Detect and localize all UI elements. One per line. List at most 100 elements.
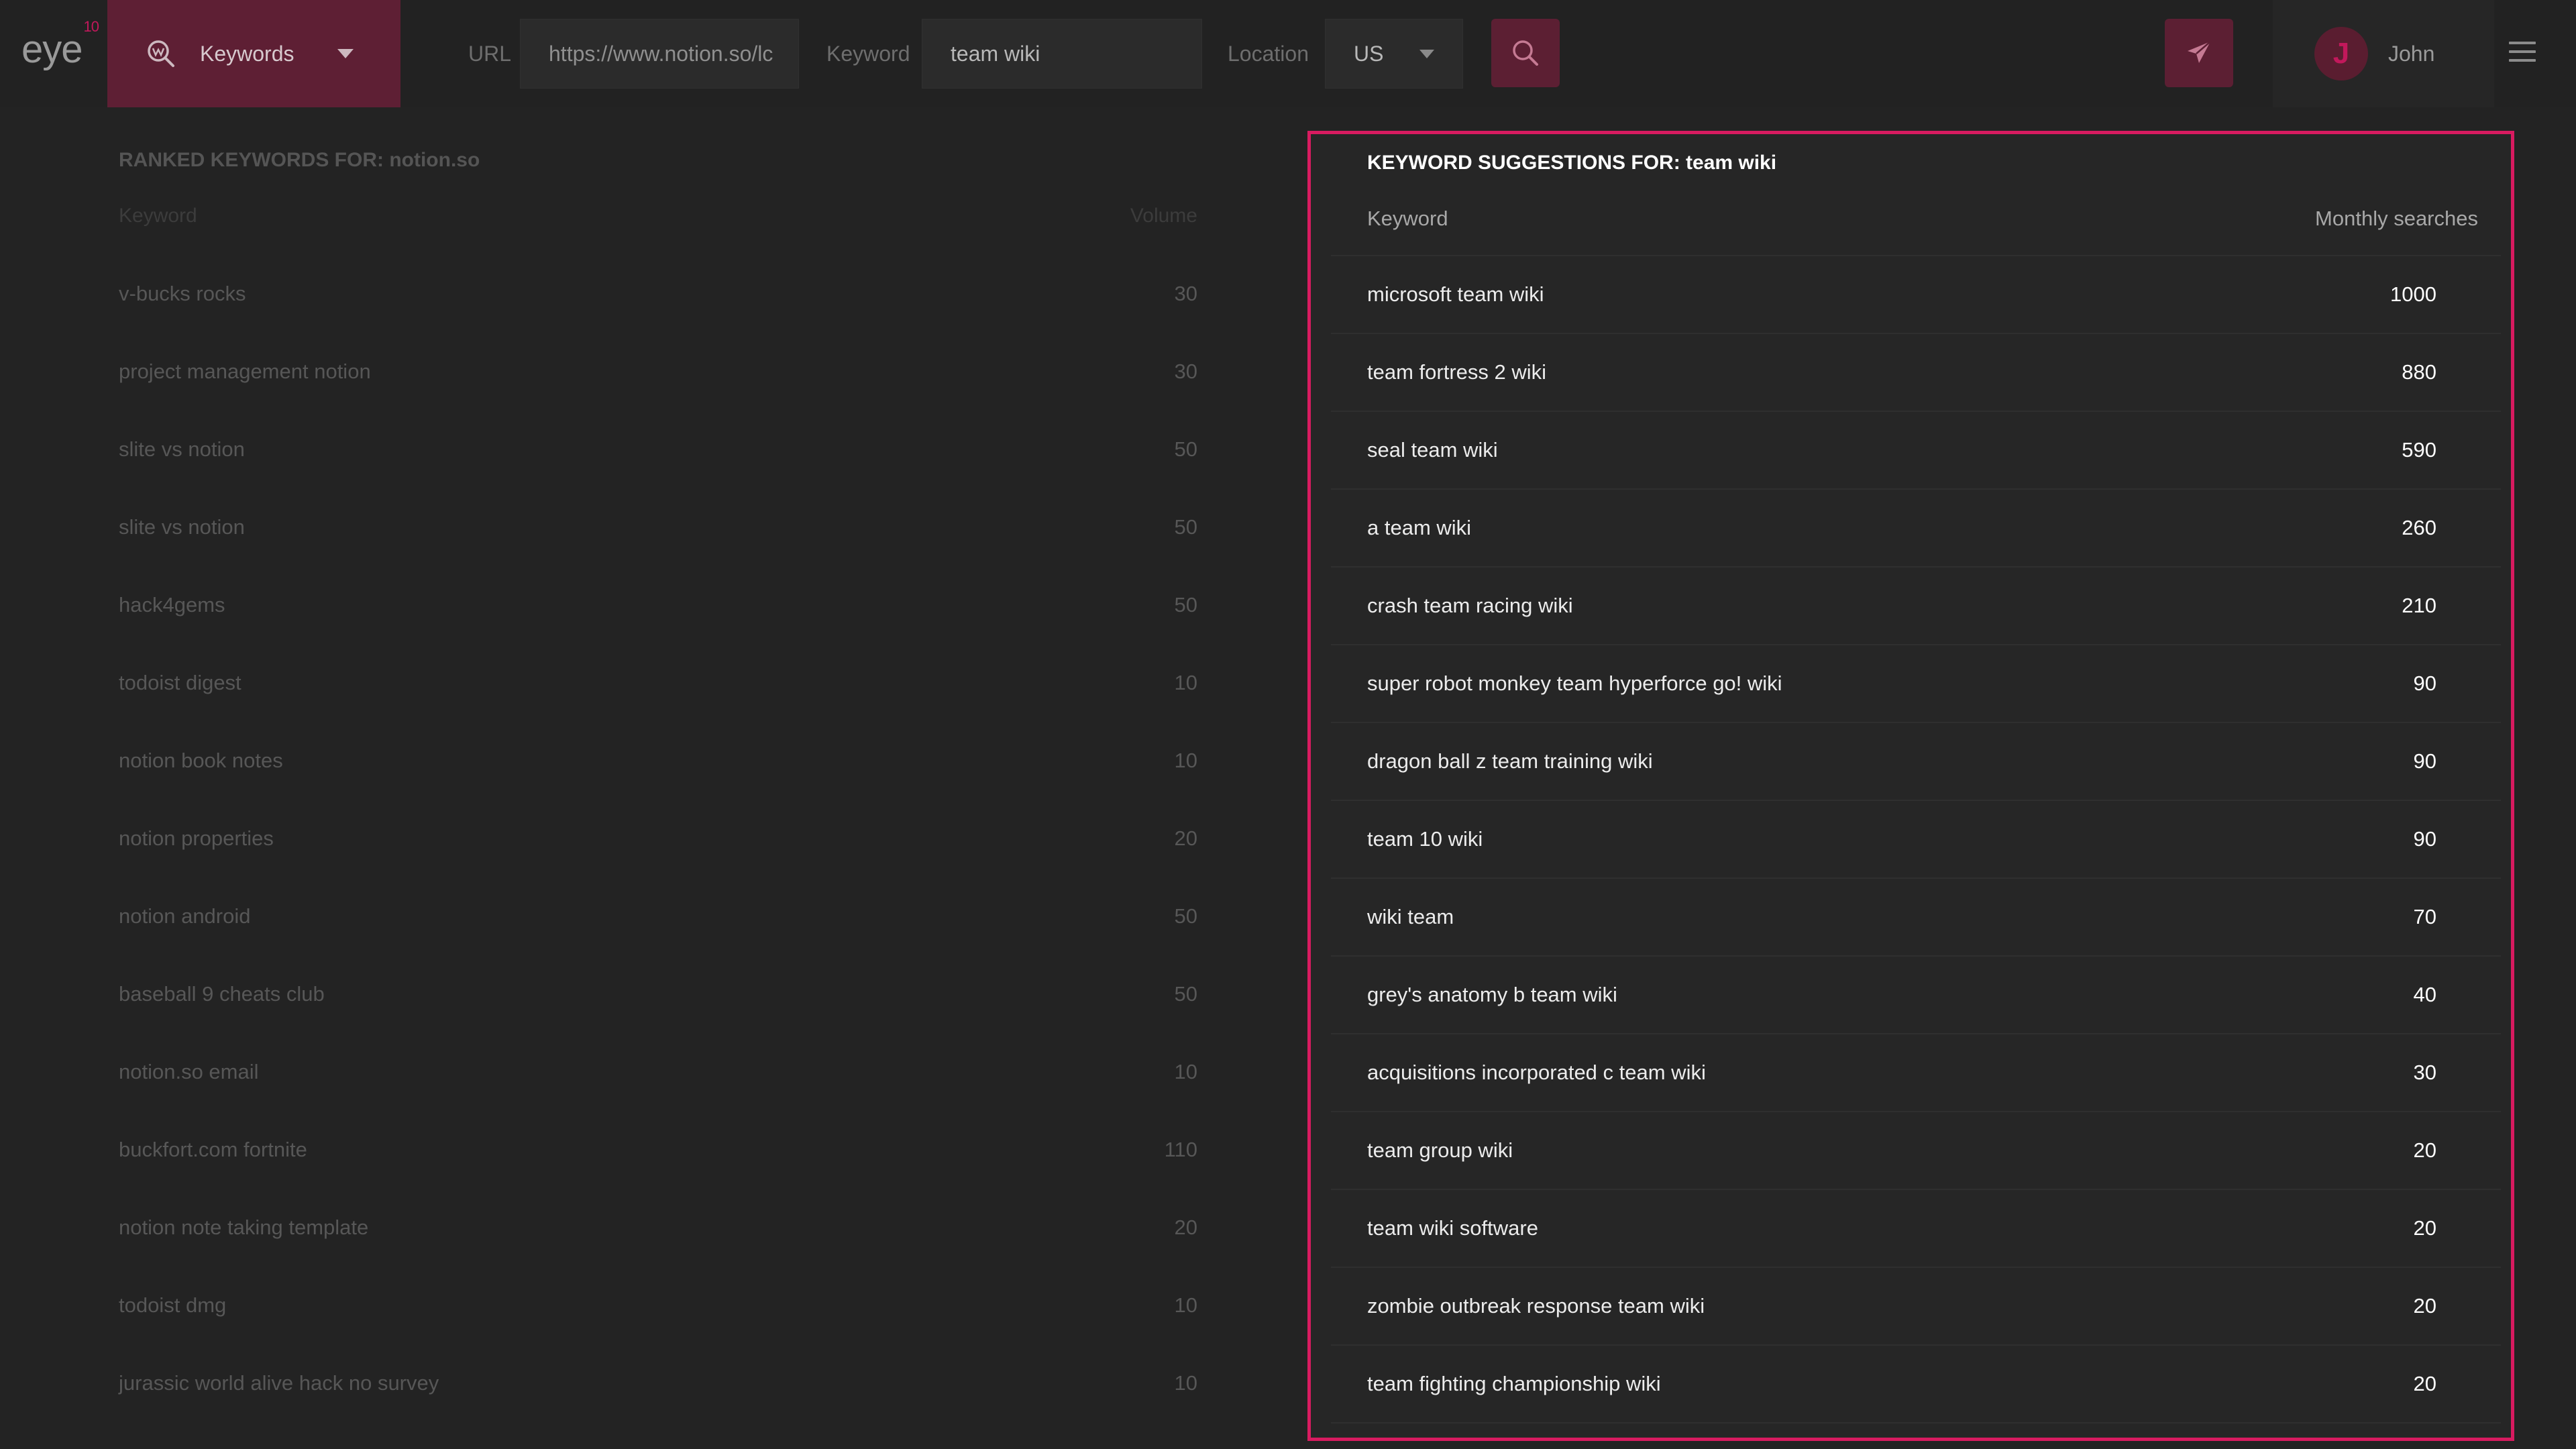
top-bar: eye10 Keywords URL https://www.notion.so… — [0, 0, 2576, 107]
app-logo[interactable]: eye10 — [21, 18, 99, 72]
hamburger-icon[interactable] — [2509, 42, 2536, 66]
table-row[interactable]: slite vs notion 50 — [119, 411, 1197, 488]
tool-dropdown[interactable]: Keywords — [107, 0, 400, 107]
table-row[interactable]: team 10 wiki 90 — [1331, 801, 2501, 879]
suggestions-list: microsoft team wiki 1000 team fortress 2 w… — [1331, 256, 2501, 1424]
volume-cell: 50 — [1174, 904, 1197, 928]
table-row[interactable]: project management notion 30 — [119, 333, 1197, 411]
keyword-cell: todoist digest — [119, 671, 241, 694]
table-row[interactable]: jurassic world alive hack no survey 10 — [119, 1344, 1197, 1422]
volume-cell: 110 — [1164, 1138, 1197, 1161]
table-row[interactable]: team wiki software 20 — [1331, 1190, 2501, 1268]
user-menu[interactable]: J John — [2273, 0, 2494, 107]
volume-cell: 10 — [1174, 1060, 1197, 1083]
table-row[interactable]: notion properties 20 — [119, 800, 1197, 877]
volume-cell: 50 — [1174, 593, 1197, 616]
ranked-keywords-title: RANKED KEYWORDS FOR: notion.so — [119, 149, 480, 171]
keyword-cell: team 10 wiki — [1367, 827, 1483, 851]
keyword-cell: super robot monkey team hyperforce go! w… — [1367, 672, 1782, 695]
search-icon — [1513, 40, 1538, 66]
volume-cell: 10 — [1174, 749, 1197, 772]
url-input[interactable]: https://www.notion.so/lc — [520, 19, 799, 89]
table-row[interactable]: notion.so email 10 — [119, 1033, 1197, 1111]
search-button[interactable] — [1491, 19, 1560, 87]
volume-cell: 20 — [2413, 1216, 2436, 1240]
keyword-cell: grey's anatomy b team wiki — [1367, 983, 1617, 1006]
location-select[interactable]: US — [1325, 19, 1463, 89]
table-row[interactable]: todoist dmg 10 — [119, 1267, 1197, 1344]
url-label: URL — [468, 42, 512, 66]
volume-cell: 50 — [1174, 515, 1197, 539]
table-row[interactable]: team fortress 2 wiki 880 — [1331, 334, 2501, 412]
table-row[interactable]: baseball 9 cheats club 50 — [119, 955, 1197, 1033]
volume-cell: 10 — [1174, 1371, 1197, 1395]
volume-cell: 30 — [2413, 1061, 2436, 1084]
table-row[interactable]: hack4gems 50 — [119, 566, 1197, 644]
keyword-cell: baseball 9 cheats club — [119, 982, 325, 1006]
suggestions-title: KEYWORD SUGGESTIONS FOR: team wiki — [1367, 152, 1777, 174]
volume-cell: 90 — [2413, 827, 2436, 851]
keyword-suggestions-panel: KEYWORD SUGGESTIONS FOR: team wiki Keywo… — [1307, 131, 2514, 1441]
keyword-cell: a team wiki — [1367, 516, 1472, 539]
table-row[interactable]: notion android 50 — [119, 877, 1197, 955]
table-row[interactable]: team group wiki 20 — [1331, 1112, 2501, 1190]
table-row[interactable]: notion book notes 10 — [119, 722, 1197, 800]
send-button[interactable] — [2165, 19, 2233, 87]
keyword-input[interactable]: team wiki — [922, 19, 1202, 89]
keyword-label: Keyword — [826, 42, 910, 66]
table-row[interactable]: team fighting championship wiki 20 — [1331, 1346, 2501, 1424]
keyword-cell: seal team wiki — [1367, 438, 1498, 462]
keyword-cell: todoist dmg — [119, 1293, 227, 1317]
suggestions-col-keyword: Keyword — [1367, 207, 1448, 230]
keyword-cell: project management notion — [119, 360, 371, 383]
table-row[interactable]: crash team racing wiki 210 — [1331, 568, 2501, 645]
table-row[interactable]: wiki team 70 — [1331, 879, 2501, 957]
volume-cell: 20 — [1174, 1216, 1197, 1239]
table-row[interactable]: todoist digest 10 — [119, 644, 1197, 722]
volume-cell: 20 — [2413, 1294, 2436, 1318]
table-row[interactable]: seal team wiki 590 — [1331, 412, 2501, 490]
suggestions-col-searches: Monthly searches — [2315, 207, 2478, 230]
keyword-cell: team group wiki — [1367, 1138, 1513, 1162]
volume-cell: 30 — [1174, 360, 1197, 383]
table-row[interactable]: microsoft team wiki 1000 — [1331, 256, 2501, 334]
volume-cell: 40 — [2413, 983, 2436, 1006]
table-row[interactable]: dragon ball z team training wiki 90 — [1331, 723, 2501, 801]
volume-cell: 210 — [2402, 594, 2436, 617]
search-globe-icon — [148, 40, 174, 67]
keyword-cell: notion properties — [119, 826, 274, 850]
ranked-col-volume: Volume — [1130, 205, 1197, 227]
volume-cell: 90 — [2413, 749, 2436, 773]
keyword-cell: slite vs notion — [119, 437, 245, 461]
avatar: J — [2314, 27, 2368, 80]
ranked-keywords-list: v-bucks rocks 30 project management notion… — [119, 255, 1197, 1422]
keyword-cell: slite vs notion — [119, 515, 245, 539]
table-row[interactable]: buckfort.com fortnite 110 — [119, 1111, 1197, 1189]
volume-cell: 90 — [2413, 672, 2436, 695]
table-row[interactable]: super robot monkey team hyperforce go! w… — [1331, 645, 2501, 723]
location-label: Location — [1228, 42, 1309, 66]
table-row[interactable]: zombie outbreak response team wiki 20 — [1331, 1268, 2501, 1346]
table-row[interactable]: acquisitions incorporated c team wiki 30 — [1331, 1034, 2501, 1112]
keyword-cell: v-bucks rocks — [119, 282, 246, 305]
volume-cell: 10 — [1174, 671, 1197, 694]
volume-cell: 880 — [2402, 360, 2436, 384]
keyword-cell: notion.so email — [119, 1060, 259, 1083]
location-value: US — [1354, 41, 1384, 66]
volume-cell: 50 — [1174, 982, 1197, 1006]
volume-cell: 1000 — [2390, 282, 2436, 306]
table-row[interactable]: v-bucks rocks 30 — [119, 255, 1197, 333]
volume-cell: 20 — [2413, 1138, 2436, 1162]
keyword-cell: notion book notes — [119, 749, 283, 772]
table-row[interactable]: grey's anatomy b team wiki 40 — [1331, 957, 2501, 1034]
table-row[interactable]: notion note taking template 20 — [119, 1189, 1197, 1267]
caret-down-icon — [337, 49, 354, 58]
volume-cell: 30 — [1174, 282, 1197, 305]
keyword-cell: acquisitions incorporated c team wiki — [1367, 1061, 1706, 1084]
table-row[interactable]: slite vs notion 50 — [119, 488, 1197, 566]
keyword-cell: wiki team — [1367, 905, 1454, 928]
volume-cell: 10 — [1174, 1293, 1197, 1317]
tool-dropdown-label: Keywords — [200, 41, 294, 66]
table-row[interactable]: a team wiki 260 — [1331, 490, 2501, 568]
keyword-cell: zombie outbreak response team wiki — [1367, 1294, 1705, 1318]
